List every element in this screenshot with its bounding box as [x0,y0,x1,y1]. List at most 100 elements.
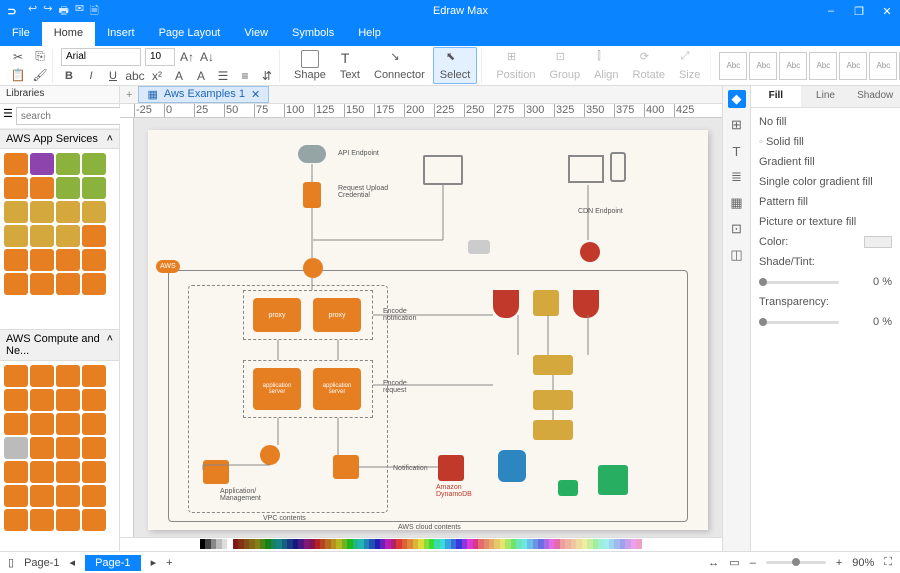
undo-icon[interactable]: ↩ [28,2,37,21]
bold-icon[interactable]: B [61,68,77,84]
image-panel-icon[interactable]: ▦ [728,194,746,212]
green-node-1[interactable] [558,480,578,496]
fullscreen-icon[interactable]: ⛶ [884,556,892,569]
page-prev-icon[interactable]: ◂ [70,556,76,569]
lib-shape[interactable] [30,153,54,175]
cut-icon[interactable]: ✂ [10,49,26,65]
theme-swatch[interactable]: Abc [779,52,807,80]
doc-tab-aws-examples[interactable]: ▦ Aws Examples 1 ✕ [138,86,269,103]
new-tab-icon[interactable]: + [120,89,138,101]
minimize-button[interactable]: – [818,5,844,18]
superscript-icon[interactable]: x² [149,68,165,84]
close-tab-icon[interactable]: ✕ [251,88,260,101]
monitor-icon[interactable] [423,155,463,185]
lib-shape[interactable] [30,365,54,387]
menu-insert[interactable]: Insert [95,22,147,46]
lib-shape[interactable] [4,201,28,223]
yellow-stack-3[interactable] [533,420,573,440]
lib-shape[interactable] [82,249,106,271]
lib-shape[interactable] [30,249,54,271]
text-tool[interactable]: TText [334,48,366,83]
page-next-icon[interactable]: ▸ [151,556,157,569]
menu-page-layout[interactable]: Page Layout [147,22,233,46]
menu-view[interactable]: View [232,22,280,46]
appserver-node-1[interactable]: application server [253,368,301,410]
redo-icon[interactable]: ↪ [43,2,52,21]
canvas[interactable]: AWS cloud contents AWS VPC contents API … [134,118,722,537]
font-shrink-icon[interactable]: A↓ [199,49,215,65]
lib-shape[interactable] [56,509,80,531]
connector-tool[interactable]: ↘Connector [368,48,431,83]
lib-shape[interactable] [56,153,80,175]
highlight-icon[interactable]: A [171,68,187,84]
save-icon[interactable]: 🗎 [90,2,99,21]
lib-shape[interactable] [56,413,80,435]
lib-category-app-services[interactable]: AWS App Services˄ [0,129,119,149]
theme-swatch[interactable]: Abc [749,52,777,80]
proxy-node-2[interactable]: proxy [313,298,361,332]
lib-shape[interactable] [82,365,106,387]
lib-shape[interactable] [4,461,28,483]
zoom-slider[interactable] [766,561,826,564]
diagram-page[interactable]: AWS cloud contents AWS VPC contents API … [148,130,708,530]
lib-shape[interactable] [82,225,106,247]
red-disk-1[interactable] [493,290,519,318]
lib-shape[interactable] [30,461,54,483]
yellow-box-1[interactable] [533,290,559,316]
tab-fill[interactable]: Fill [751,86,801,107]
theme-gallery[interactable]: Abc Abc Abc Abc Abc Abc Abc Abc [719,52,900,80]
appmgmt-node[interactable] [203,460,229,484]
lib-shape[interactable] [82,485,106,507]
rotate-tool[interactable]: ⟳Rotate [627,48,671,83]
lib-shape[interactable] [30,485,54,507]
fit-width-icon[interactable]: ↔ [708,557,719,569]
theme-swatch[interactable]: Abc [719,52,747,80]
fit-page-icon[interactable]: ▭ [729,556,739,569]
lib-shape[interactable] [82,461,106,483]
lib-shape[interactable] [82,509,106,531]
lib-shape[interactable] [4,413,28,435]
fill-panel-icon[interactable]: ◆ [728,90,746,108]
theme-swatch[interactable]: Abc [839,52,867,80]
theme-swatch[interactable]: Abc [869,52,897,80]
zoom-in-icon[interactable]: + [836,557,842,569]
size-tool[interactable]: ⤢Size [673,48,706,83]
add-page-icon[interactable]: + [166,557,172,569]
print-icon[interactable]: 🖶 [58,2,68,21]
lib-shape[interactable] [4,365,28,387]
menu-file[interactable]: File [0,22,42,46]
lib-shape[interactable] [30,389,54,411]
italic-icon[interactable]: I [83,68,99,84]
paste-icon[interactable]: 📋 [10,67,26,83]
align-tool[interactable]: ⫿Align [588,48,624,83]
font-color-icon[interactable]: A [193,68,209,84]
lib-shape[interactable] [56,389,80,411]
distribute-node[interactable] [303,258,323,278]
dynamo-node[interactable] [438,455,464,481]
proxy-node-1[interactable]: proxy [253,298,301,332]
red-disk-2[interactable] [573,290,599,318]
fill-option-single-gradient[interactable]: Single color gradient fill [759,176,892,188]
tab-shadow[interactable]: Shadow [850,86,900,107]
close-button[interactable]: ✕ [874,5,900,18]
yellow-stack-2[interactable] [533,390,573,410]
position-tool[interactable]: ⊞Position [490,48,541,83]
lib-shape[interactable] [4,485,28,507]
transparency-slider[interactable] [759,321,839,324]
color-bar[interactable] [120,537,722,551]
lib-shape[interactable] [56,249,80,271]
lib-shape[interactable] [82,201,106,223]
shape-tool[interactable]: Shape [288,48,332,83]
notif-node[interactable] [333,455,359,479]
lib-shape[interactable] [4,249,28,271]
lib-shape[interactable] [4,437,28,459]
grid-node[interactable] [468,240,490,254]
page-tab[interactable]: Page-1 [85,555,140,571]
theme-swatch[interactable]: Abc [809,52,837,80]
lib-shape[interactable] [30,413,54,435]
maximize-button[interactable]: ❐ [846,5,872,18]
yellow-stack-1[interactable] [533,355,573,375]
fill-option-pattern[interactable]: Pattern fill [759,196,892,208]
lib-shape[interactable] [56,201,80,223]
distribute-node-2[interactable] [260,445,280,465]
